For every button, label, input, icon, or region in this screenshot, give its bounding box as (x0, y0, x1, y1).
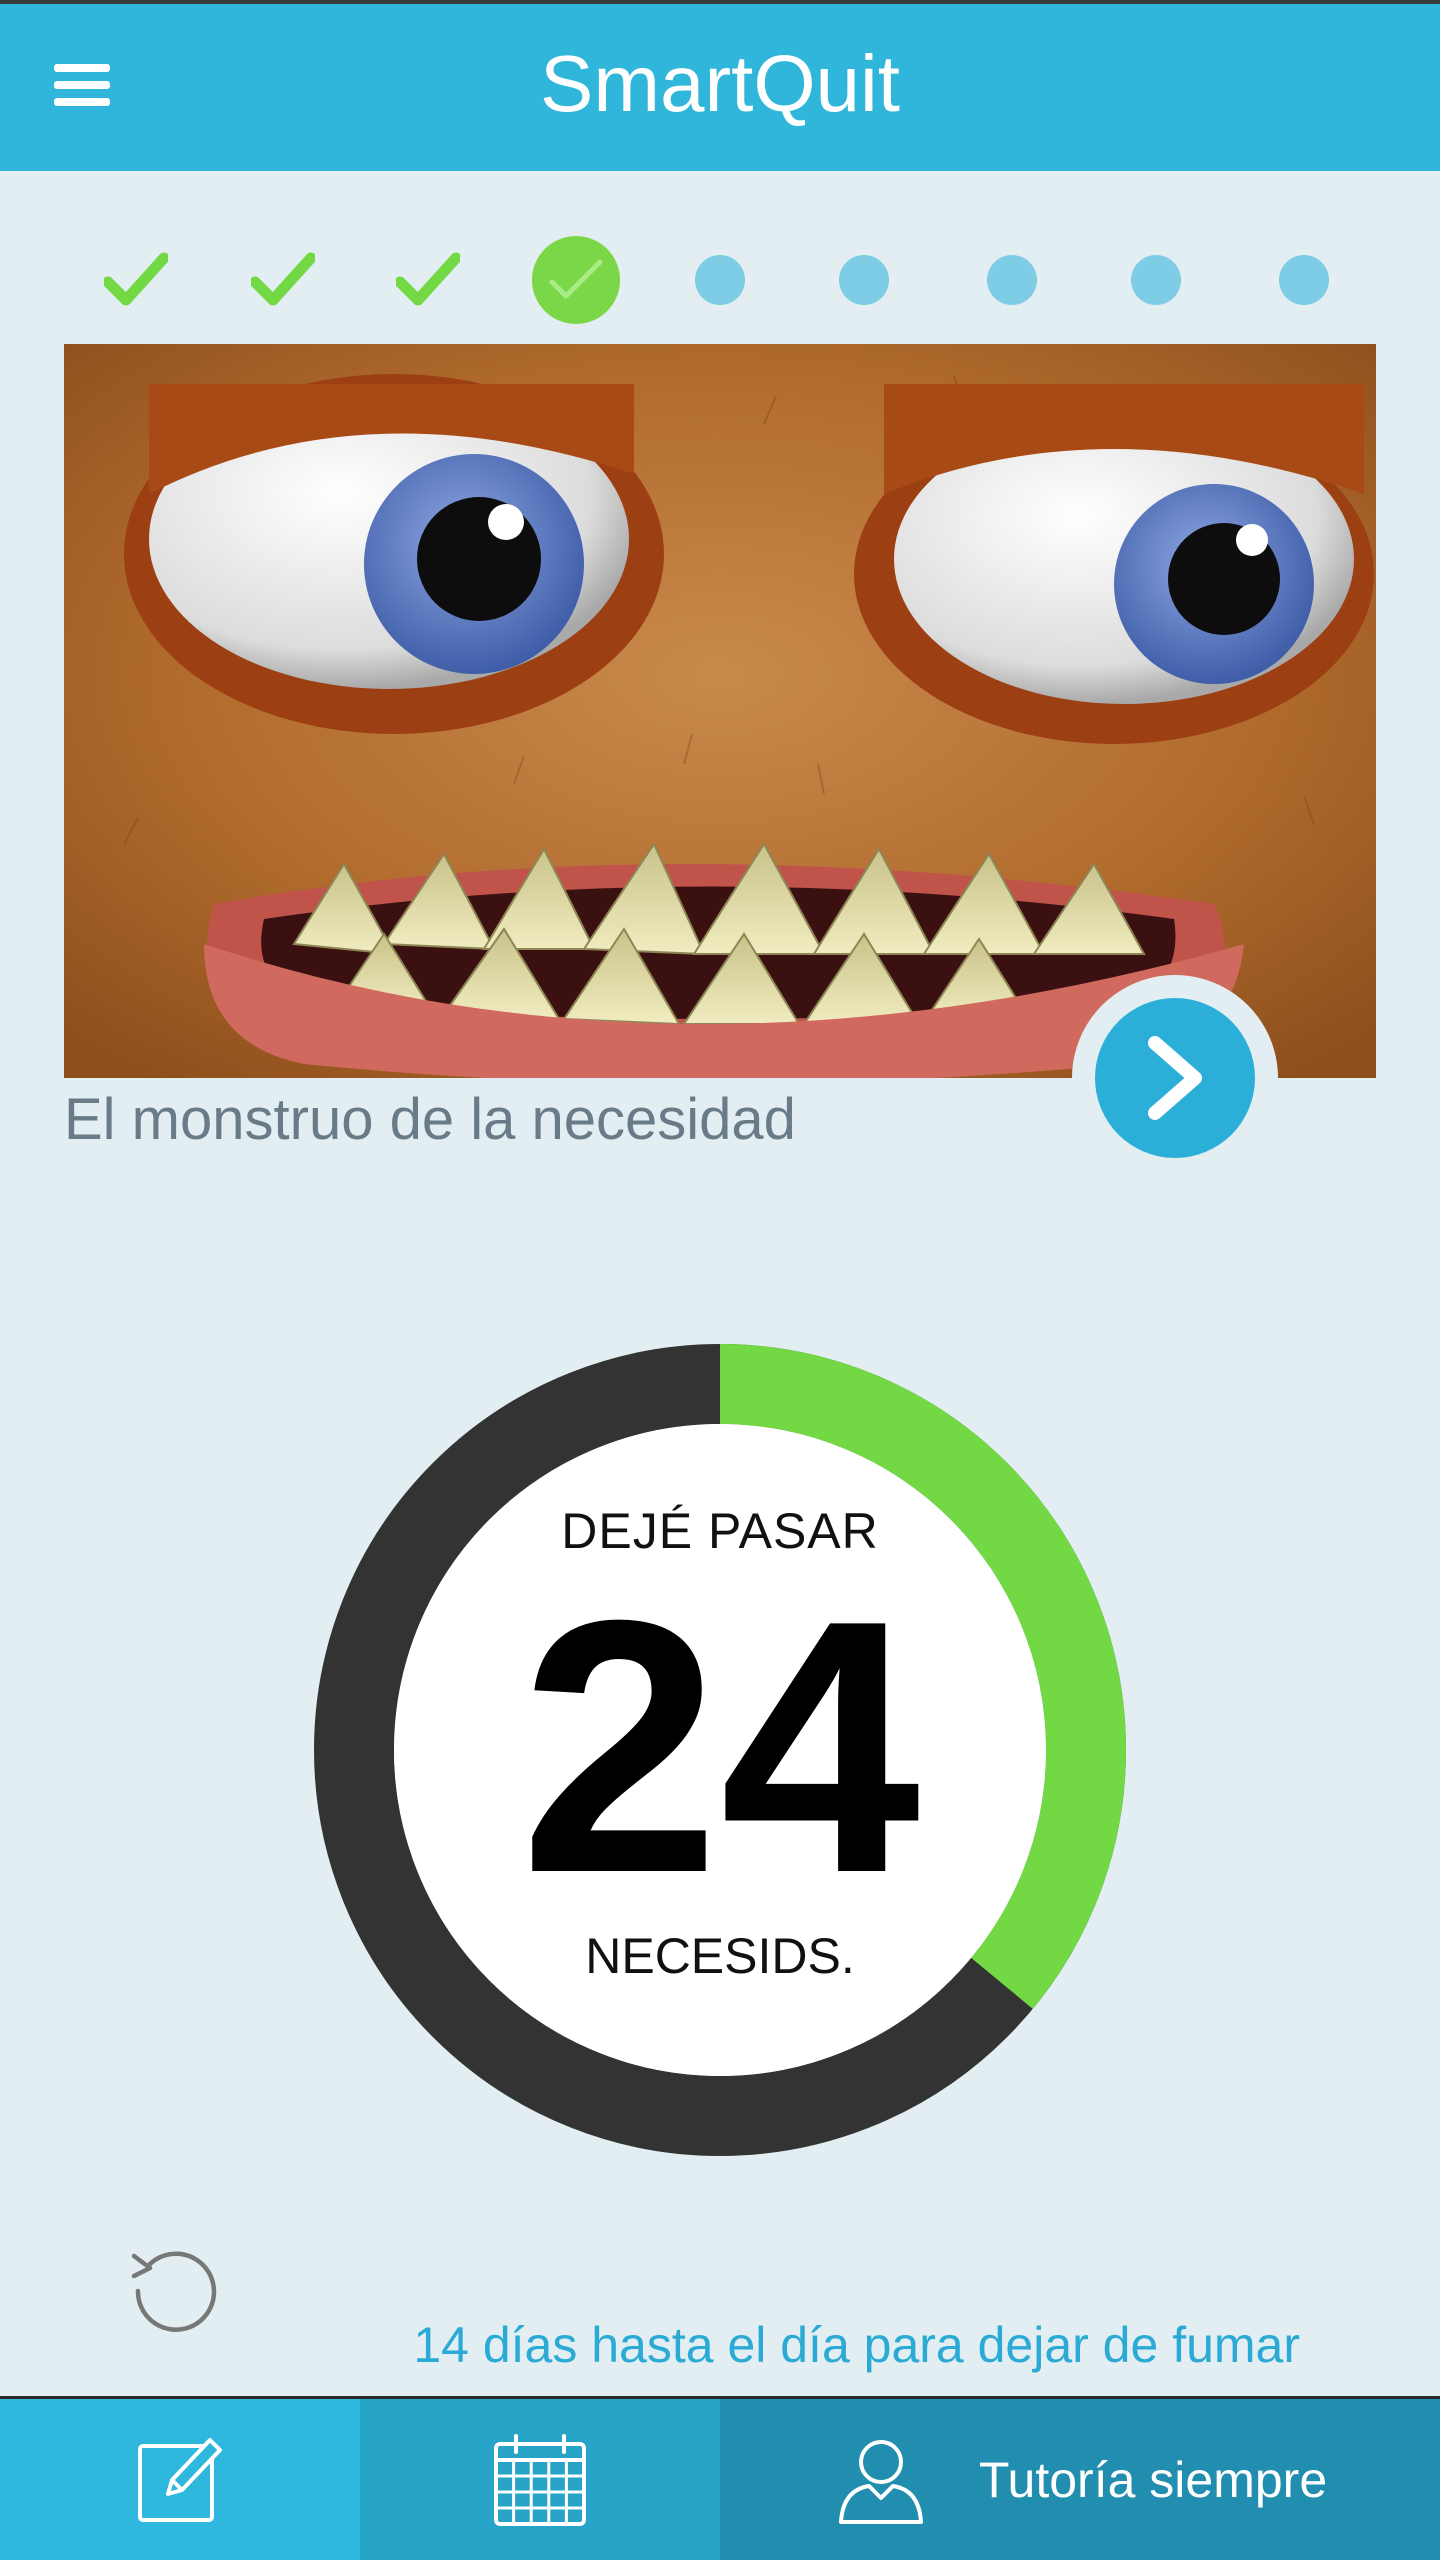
tab-calendar[interactable] (360, 2399, 720, 2560)
calendar-icon (494, 2433, 586, 2526)
step-done-checkmark-icon (378, 230, 478, 330)
monster-image[interactable] (64, 344, 1376, 1078)
step-current-checkmark-icon (532, 236, 620, 324)
step-done-checkmark-icon (86, 230, 186, 330)
user-icon (838, 2439, 923, 2524)
step-pending (670, 230, 770, 330)
step-pending (814, 230, 914, 330)
edit-note-icon (138, 2437, 222, 2522)
counter-value: 24 (519, 1546, 921, 1948)
step-pending (1106, 230, 1206, 330)
app-header: SmartQuit (0, 0, 1440, 171)
bottom-nav: Tutoría siempre (0, 2396, 1440, 2560)
craving-counter: DEJÉ PASAR 24 NECESIDS. (312, 1342, 1128, 2158)
step-pending (962, 230, 1062, 330)
chevron-right-icon (1095, 998, 1255, 1158)
step-pending (1254, 230, 1354, 330)
app-title: SmartQuit (539, 39, 901, 128)
hero-caption: El monstruo de la necesidad (64, 1087, 796, 1152)
tab-tutor[interactable]: Tutoría siempre (720, 2399, 1440, 2560)
next-button[interactable] (1072, 975, 1278, 1181)
tab-notes[interactable] (0, 2399, 360, 2560)
counter-bottom-label: NECESIDS. (585, 1928, 855, 1984)
progress-steps (0, 230, 1440, 330)
days-until-quit-text: 14 días hasta el día para dejar de fumar (413, 2317, 1300, 2373)
step-done-checkmark-icon (233, 230, 333, 330)
step-current (526, 230, 626, 330)
tab-tutor-label: Tutoría siempre (978, 2451, 1328, 2508)
